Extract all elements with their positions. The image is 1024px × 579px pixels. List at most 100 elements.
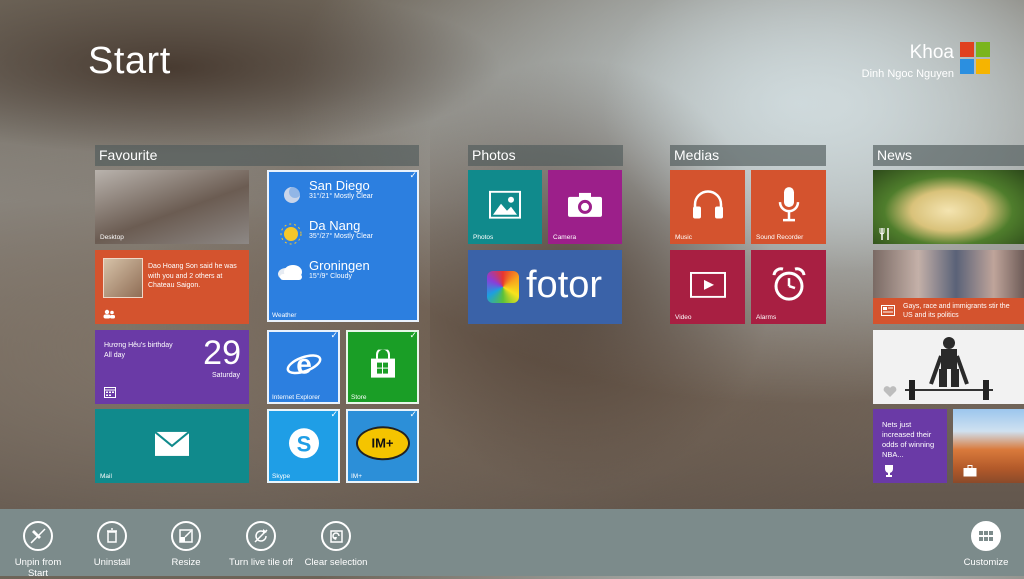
customize-icon [971,521,1001,551]
group-header-news[interactable]: News [873,145,1024,166]
tile-label: Music [675,234,692,241]
tile-calendar[interactable]: Hương Hêu's birthday All day 29 Saturday [95,330,249,404]
camera-icon [568,192,602,217]
tile-label: Mail [100,473,112,480]
button-label: Uninstall [93,557,131,568]
tile-camera[interactable]: Camera [548,170,622,244]
tile-sports[interactable]: Nets just increased their odds of winnin… [873,409,947,483]
selected-check-icon: ✓ [409,330,417,340]
people-text: Dao Hoang Son said he was with you and 2… [148,263,237,289]
video-icon [689,271,726,298]
skype-icon: S [288,428,319,459]
tile-label: Camera [553,234,577,241]
suitcase-icon [963,465,977,477]
tile-mail[interactable]: Mail [95,409,249,483]
tile-video[interactable]: Video [670,250,745,324]
contact-photo [103,258,143,298]
selected-check-icon: ✓ [330,409,338,419]
weightlifter-image [905,337,993,400]
avatar [960,42,990,74]
weather-city: Da Nang 35°/27° Mostly Clear [309,218,373,240]
tile-alarms[interactable]: Alarms [751,250,826,324]
calendar-allday: All day [104,352,126,359]
cloud-icon [278,265,302,280]
clear-selection-icon [321,521,351,551]
tile-skype[interactable]: ✓ S Skype [267,409,340,483]
tile-label: Skype [272,473,291,480]
calendar-day: Saturday [211,372,240,379]
tile-music[interactable]: Music [670,170,745,244]
customize-button[interactable]: Customize [960,521,1012,568]
people-icon [103,309,115,319]
clear-selection-button[interactable]: Clear selection [304,521,368,568]
tile-news[interactable]: Gays, race and immigrants stir the US an… [873,250,1024,324]
sun-icon [280,223,302,245]
calendar-icon [104,387,116,398]
resize-button[interactable]: Resize [164,521,208,568]
svg-text:S: S [296,431,311,456]
tile-food[interactable] [873,170,1024,244]
tile-label: Alarms [756,314,777,321]
tile-label: Weather [272,312,297,319]
unpin-from-start-button[interactable]: Unpin from Start [4,521,72,579]
page-title: Start [88,40,171,82]
button-label: Resize [171,557,201,568]
weather-city: San Diego 31°/21° Mostly Clear [309,178,373,200]
group-header-medias[interactable]: Medias [670,145,826,166]
tile-desktop[interactable]: Desktop [95,170,249,244]
app-bar: Unpin from Start Uninstall Resize Turn l… [0,509,1024,579]
button-label: Clear selection [304,557,368,568]
resize-icon [171,521,201,551]
mail-icon [154,431,190,456]
trophy-icon [885,465,893,477]
turn-live-tile-off-button[interactable]: Turn live tile off [228,521,294,568]
photos-icon [489,190,521,219]
tile-label: Internet Explorer [272,394,321,401]
tile-label: Sound Recorder [756,234,804,241]
moon-icon [284,186,301,203]
uninstall-button[interactable]: Uninstall [86,521,138,568]
tile-sound-recorder[interactable]: Sound Recorder [751,170,826,244]
user-account[interactable]: Khoa Dinh Ngoc Nguyen [862,42,990,80]
tile-health-fitness[interactable] [873,330,1024,404]
tile-label: Desktop [100,234,124,241]
tile-internet-explorer[interactable]: ✓ e Internet Explorer [267,330,340,404]
group-header-favourite[interactable]: Favourite [95,145,419,166]
tile-label: IM+ [351,473,363,480]
button-label: Turn live tile off [229,557,293,568]
tile-label: Photos [473,234,494,241]
tile-store[interactable]: ✓ Store [346,330,419,404]
fotor-logo-icon [487,271,519,303]
tile-implus[interactable]: ✓ IM+ IM+ [346,409,419,483]
user-fullname: Dinh Ngoc Nguyen [861,68,954,80]
food-icon [879,228,889,240]
heart-icon [883,386,897,397]
selected-check-icon: ✓ [409,170,417,180]
news-icon [881,305,895,316]
unpin-icon [23,521,53,551]
selected-check-icon: ✓ [330,330,338,340]
news-photo [873,250,1024,298]
tile-label: Video [675,314,692,321]
group-header-photos[interactable]: Photos [468,145,623,166]
implus-logo-icon: IM+ [355,426,410,461]
weather-city: Groningen 15°/9° Cloudy [309,258,370,280]
tile-people[interactable]: Dao Hoang Son said he was with you and 2… [95,250,249,324]
trash-icon [97,521,127,551]
svg-text:e: e [296,348,312,379]
internet-explorer-icon: e [286,348,321,379]
user-name: Khoa [909,42,954,63]
sports-text: Nets just increased their odds of winnin… [882,420,935,459]
news-headline: Gays, race and immigrants stir the US an… [903,303,1010,319]
button-label: Customize [963,557,1009,568]
calendar-date: 29 [203,334,241,372]
store-icon [370,349,395,378]
tile-fotor[interactable]: fotor [468,250,622,324]
tile-travel[interactable] [953,409,1024,483]
live-tile-icon [246,521,276,551]
selected-check-icon: ✓ [409,409,417,419]
calendar-event: Hương Hêu's birthday [104,342,173,349]
fotor-logo-text: fotor [526,264,603,306]
tile-photos[interactable]: Photos [468,170,542,244]
tile-weather[interactable]: ✓ San Diego 31°/21° Mostly Clear Da Nang… [267,170,419,322]
